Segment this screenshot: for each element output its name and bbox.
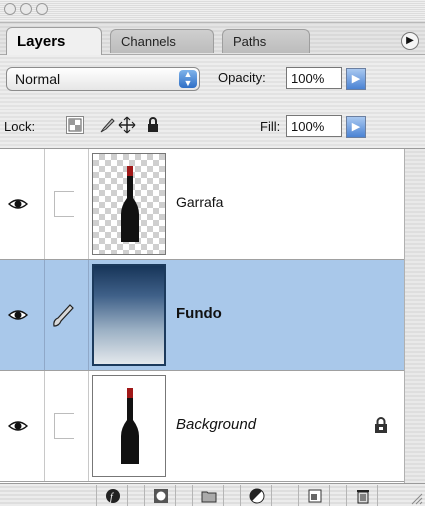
tab-channels-label: Channels [121, 34, 176, 49]
fill-label: Fill: [260, 119, 281, 134]
lock-options-row: Lock: Fill: 100% ▶ [0, 110, 425, 149]
resize-grip-icon[interactable] [409, 491, 423, 505]
tab-layers-label: Layers [17, 33, 66, 50]
move-arrows-icon [118, 116, 136, 134]
layer-thumbnail[interactable] [92, 375, 166, 477]
zoom-window-icon[interactable] [36, 3, 48, 15]
bottle-icon [121, 388, 139, 464]
lock-transparent-pixels-button[interactable] [66, 116, 84, 134]
fill-slider-button[interactable]: ▶ [346, 116, 366, 138]
trash-icon [357, 490, 369, 504]
lock-all-button[interactable] [144, 116, 162, 134]
lock-image-pixels-button[interactable] [98, 116, 116, 134]
layer-row-fundo[interactable]: Fundo [0, 260, 404, 371]
eye-icon [8, 421, 28, 431]
lock-position-button[interactable] [118, 116, 136, 134]
triangle-right-icon: ▶ [351, 121, 361, 133]
tab-layers[interactable]: Layers [6, 27, 102, 55]
layer-thumbnail[interactable] [92, 264, 166, 366]
adjustment-layer-icon [249, 488, 265, 504]
visibility-toggle[interactable] [0, 371, 45, 481]
layer-row-garrafa[interactable]: Garrafa [0, 149, 404, 260]
opacity-field[interactable]: 100% [286, 67, 342, 89]
close-window-icon[interactable] [4, 3, 16, 15]
palette-tabs: Layers Channels Paths ▶ [0, 23, 425, 55]
layer-name[interactable]: Garrafa [176, 194, 223, 210]
layer-row-background[interactable]: Background [0, 371, 404, 482]
layer-style-button[interactable]: f [96, 485, 128, 506]
layer-thumbnail[interactable] [92, 153, 166, 255]
paintbrush-icon [53, 304, 74, 327]
new-adjustment-layer-button[interactable] [240, 485, 272, 506]
add-mask-button[interactable] [144, 485, 176, 506]
opacity-value: 100% [291, 71, 325, 86]
fill-field[interactable]: 100% [286, 115, 342, 137]
layer-style-icon: f [106, 489, 120, 503]
lock-label: Lock: [4, 119, 36, 134]
checker-icon [68, 118, 82, 132]
opacity-slider-button[interactable]: ▶ [346, 68, 366, 90]
layer-name[interactable]: Background [176, 416, 256, 433]
delete-layer-button[interactable] [346, 485, 378, 506]
palette-titlebar[interactable] [0, 0, 425, 23]
visibility-toggle[interactable] [0, 260, 45, 370]
layer-set-folder-icon [201, 491, 217, 503]
layer-mask-icon [154, 489, 168, 503]
fill-value: 100% [291, 119, 325, 134]
padlock-icon [375, 417, 387, 433]
link-empty-box [54, 413, 74, 439]
layers-palette: Layers Channels Paths ▶ Normal ▲ ▼ Opacit… [0, 0, 425, 506]
new-layer-set-button[interactable] [192, 485, 224, 506]
tab-paths-label: Paths [233, 34, 267, 49]
triangle-right-icon: ▶ [406, 35, 414, 46]
blend-mode-select[interactable]: Normal ▲ ▼ [6, 67, 200, 91]
layers-list: Garrafa Fundo Background [0, 149, 404, 483]
padlock-icon [148, 117, 158, 132]
up-down-arrows-icon: ▲ ▼ [179, 70, 197, 88]
bottle-icon [121, 166, 139, 242]
link-empty-box [54, 191, 74, 217]
opacity-label: Opacity: [218, 70, 266, 85]
eye-icon [8, 199, 28, 209]
visibility-toggle[interactable] [0, 149, 45, 259]
minimize-window-icon[interactable] [20, 3, 32, 15]
link-toggle[interactable] [44, 149, 89, 259]
blend-options-row: Normal ▲ ▼ Opacity: 100% ▶ [0, 54, 425, 111]
tab-paths[interactable]: Paths [222, 29, 310, 53]
triangle-right-icon: ▶ [351, 73, 361, 85]
new-layer-button[interactable] [298, 485, 330, 506]
brush-icon [100, 118, 115, 133]
link-toggle[interactable] [44, 371, 89, 481]
new-layer-icon [308, 489, 322, 503]
blend-mode-value: Normal [15, 71, 61, 87]
tab-channels[interactable]: Channels [110, 29, 214, 53]
palette-menu-button[interactable]: ▶ [401, 32, 419, 50]
eye-icon [8, 310, 28, 320]
layer-name[interactable]: Fundo [176, 305, 222, 322]
link-toggle[interactable] [44, 260, 89, 370]
layers-scrollbar[interactable] [404, 149, 425, 483]
layers-toolbar: f [0, 483, 425, 506]
